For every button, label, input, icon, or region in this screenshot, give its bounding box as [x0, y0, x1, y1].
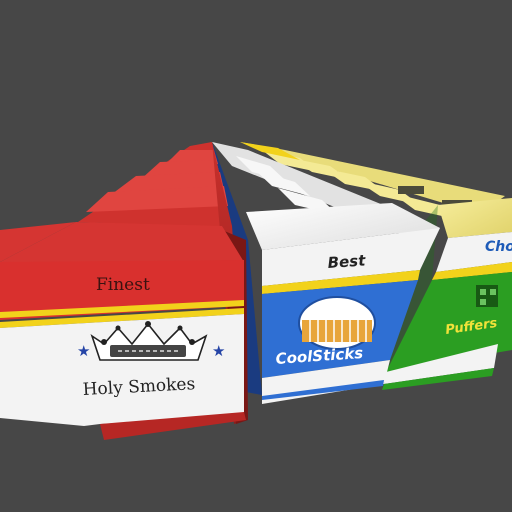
- green-pack-top: [438, 198, 512, 238]
- blue-pack-tagline: Best: [327, 251, 367, 272]
- star-icon: ★: [212, 344, 225, 360]
- star-icon: ★: [77, 344, 90, 360]
- qr-code-icon: [476, 285, 498, 307]
- red-pack-tagline: Finest: [96, 275, 150, 295]
- red-pack-label-panel: [0, 314, 244, 426]
- cigarette-badge-icon: [298, 296, 376, 350]
- green-pack-tagline: Cho: [485, 239, 512, 255]
- cigarette-packs-scene: Cho Puffers Best CoolSticks Finest ★ ★ H…: [0, 0, 512, 512]
